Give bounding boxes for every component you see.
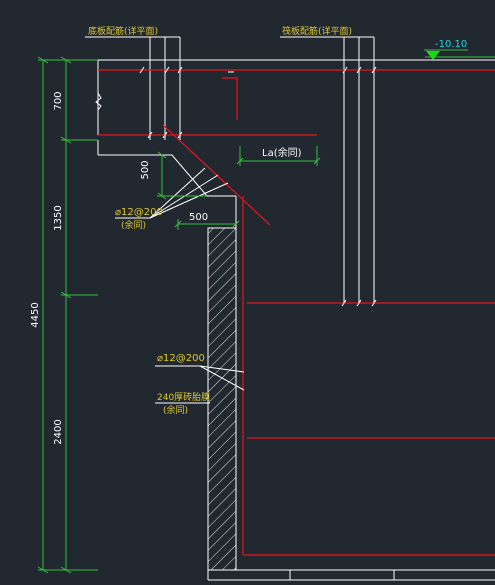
- top-rebar-label: 筏板配筋(详平面): [282, 25, 352, 37]
- rebar-b-label: ⌀12@200: [157, 353, 205, 364]
- dimension-500-horizontal: 500: [189, 212, 208, 223]
- slab-outline: [85, 36, 495, 581]
- dimension-700: 700: [53, 91, 64, 110]
- dimension-lines: [37, 49, 495, 574]
- elevation-label: -10.10: [435, 39, 467, 50]
- rebar-a-note: (余同): [121, 219, 146, 231]
- dimension-4450: 4450: [30, 302, 41, 327]
- dimension-2400: 2400: [53, 419, 64, 444]
- rebar-lines: [98, 69, 495, 556]
- rebar-a-label: ⌀12@200: [115, 207, 163, 218]
- brick-wall: [207, 227, 237, 571]
- la-label: La(余同): [262, 146, 302, 159]
- section-drawing: 底板配筋(详平面) 筏板配筋(详平面) -10.10 700 1350 2400…: [30, 25, 495, 581]
- brick-label: 240厚砖胎膜: [157, 391, 210, 403]
- brick-note: (余同): [163, 404, 188, 416]
- bottom-rebar-label: 底板配筋(详平面): [88, 25, 158, 37]
- labels: 底板配筋(详平面) 筏板配筋(详平面) -10.10 700 1350 2400…: [30, 25, 467, 445]
- dimension-500-vertical: 500: [140, 160, 151, 179]
- elevation-marker: [426, 51, 440, 60]
- dimension-1350: 1350: [53, 205, 64, 230]
- rebar-ticks: [139, 66, 377, 307]
